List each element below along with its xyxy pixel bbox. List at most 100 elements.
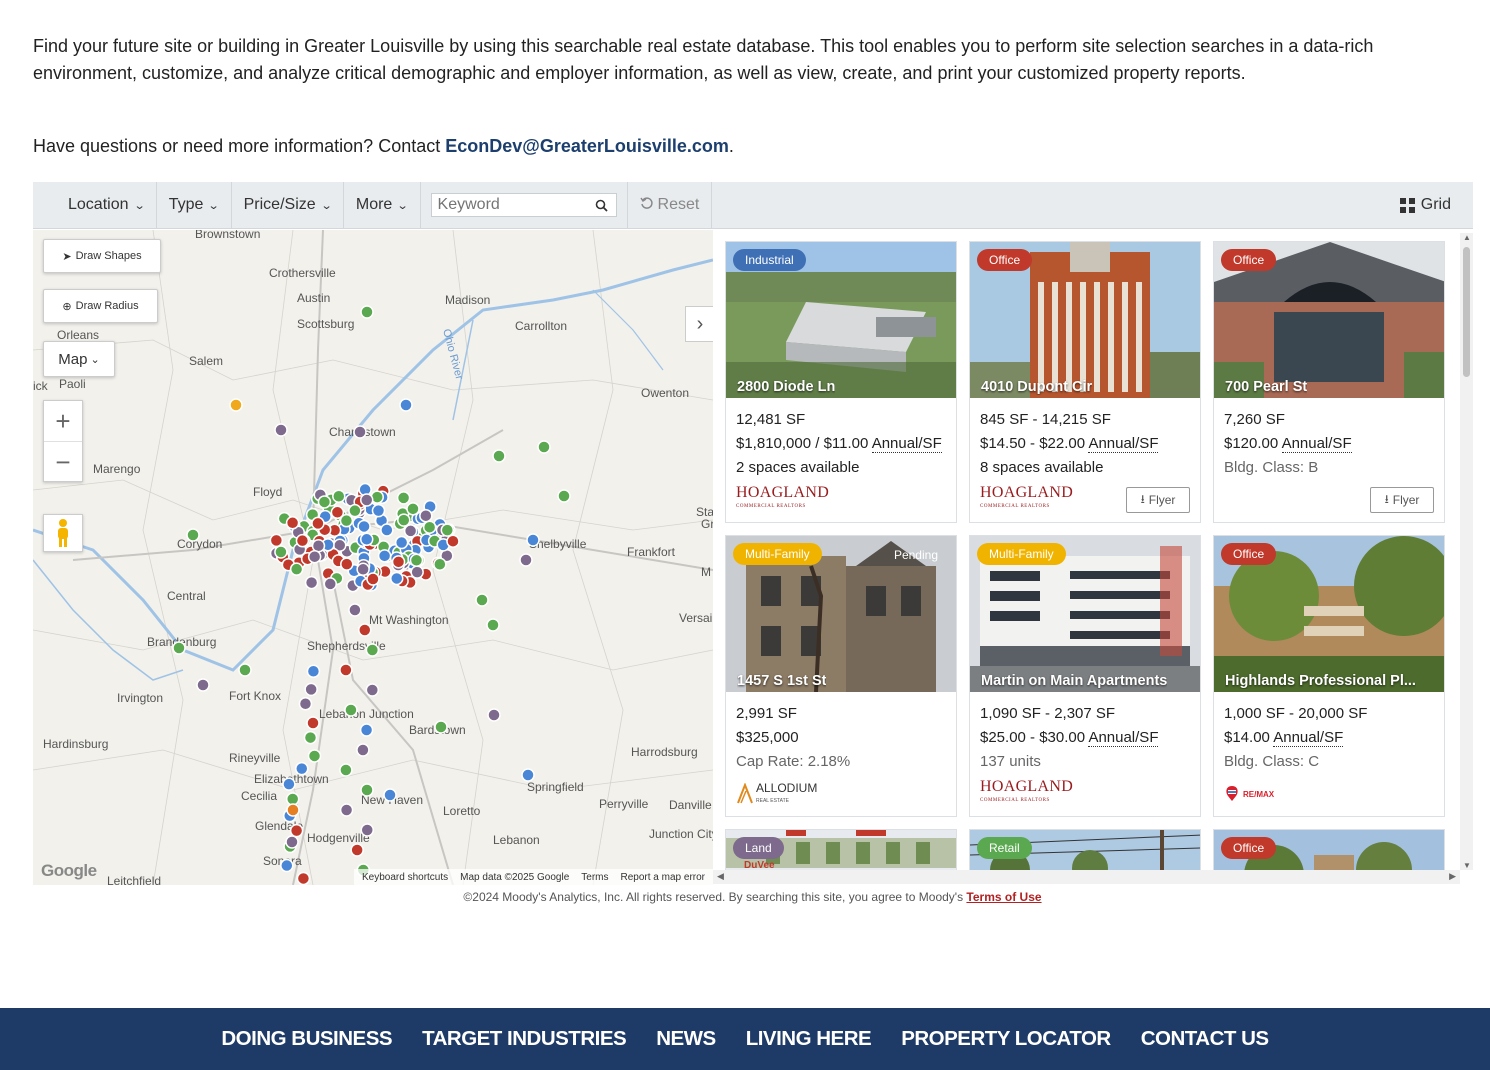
property-marker[interactable] — [526, 533, 540, 547]
property-marker[interactable] — [280, 858, 294, 873]
search-icon[interactable] — [592, 199, 612, 212]
price-size-filter[interactable]: Price/Size ⌄ — [232, 181, 344, 229]
property-marker[interactable] — [487, 708, 501, 722]
property-marker[interactable] — [296, 871, 311, 885]
footer-link-living-here[interactable]: LIVING HERE — [746, 1027, 872, 1051]
scroll-left-arrow-icon[interactable]: ◀ — [717, 871, 724, 882]
listing-photo[interactable]: Office — [1214, 830, 1444, 870]
scroll-up-arrow-icon[interactable]: ▲ — [1463, 233, 1471, 242]
listing-photo[interactable]: Office Highlands Professional Pl... — [1214, 536, 1444, 692]
keyword-input[interactable] — [431, 196, 592, 214]
map-type-select[interactable]: Map ⌄ — [43, 341, 115, 377]
keyboard-shortcuts-link[interactable]: Keyboard shortcuts — [362, 872, 448, 883]
flyer-button[interactable]: ⭳ Flyer — [1126, 487, 1190, 513]
listing-card[interactable]: Multi-Family Pending 1457 S 1st St 2,991… — [725, 535, 957, 817]
property-marker[interactable] — [285, 835, 299, 849]
property-marker[interactable] — [298, 697, 313, 711]
listing-photo[interactable]: Office 4010 Dupont Cir — [970, 242, 1200, 398]
property-marker[interactable] — [311, 516, 325, 531]
property-marker[interactable] — [285, 792, 300, 806]
map-terms-link[interactable]: Terms — [581, 872, 608, 883]
property-marker[interactable] — [358, 623, 372, 637]
property-marker[interactable] — [196, 678, 210, 692]
property-marker[interactable] — [356, 743, 370, 757]
property-marker[interactable] — [350, 843, 364, 857]
property-marker[interactable] — [371, 503, 386, 518]
property-marker[interactable] — [289, 562, 304, 576]
listing-card[interactable]: Multi-Family Martin on Main Apartments 1… — [969, 535, 1201, 817]
listing-photo[interactable]: Land DuVee — [726, 830, 956, 870]
property-marker[interactable] — [557, 489, 571, 503]
property-marker[interactable] — [353, 425, 367, 439]
property-marker[interactable] — [380, 523, 394, 537]
listing-card[interactable]: Industrial 2800 Diode Ln 12,481 SF $1,81… — [725, 241, 957, 523]
property-marker[interactable] — [537, 440, 551, 454]
property-marker[interactable] — [434, 720, 448, 734]
collapse-map-arrow-icon[interactable]: › — [685, 306, 713, 342]
property-marker[interactable] — [306, 664, 321, 679]
property-marker[interactable] — [396, 491, 411, 505]
property-marker[interactable] — [286, 803, 300, 817]
property-marker[interactable] — [360, 783, 374, 797]
property-marker[interactable] — [440, 523, 455, 537]
property-marker[interactable] — [492, 449, 506, 463]
property-marker[interactable] — [344, 703, 358, 717]
property-marker[interactable] — [475, 593, 489, 607]
draw-shapes-button[interactable]: ➤ Draw Shapes — [43, 239, 161, 273]
property-marker[interactable] — [348, 603, 362, 617]
property-marker[interactable] — [422, 520, 437, 534]
property-marker[interactable] — [409, 553, 424, 568]
property-marker[interactable] — [359, 493, 374, 507]
property-marker[interactable] — [339, 763, 353, 777]
listing-photo[interactable]: Office 700 Pearl St — [1214, 242, 1444, 398]
property-marker[interactable] — [397, 513, 411, 527]
property-marker[interactable] — [304, 682, 318, 697]
property-marker[interactable] — [365, 643, 380, 657]
property-marker[interactable] — [285, 516, 300, 530]
property-marker[interactable] — [307, 749, 322, 763]
street-view-pegman-icon[interactable] — [43, 514, 83, 552]
footer-link-news[interactable]: NEWS — [656, 1027, 716, 1051]
property-marker[interactable] — [269, 533, 284, 548]
property-marker[interactable] — [282, 777, 296, 791]
property-marker[interactable] — [366, 572, 380, 586]
property-marker[interactable] — [406, 502, 420, 516]
listing-card[interactable]: Office — [1213, 829, 1445, 870]
property-marker[interactable] — [356, 562, 370, 577]
property-marker[interactable] — [389, 571, 404, 586]
property-marker[interactable] — [365, 683, 380, 697]
property-marker[interactable] — [304, 575, 319, 590]
property-marker[interactable] — [186, 528, 200, 542]
property-marker[interactable] — [289, 823, 304, 838]
contact-email-link[interactable]: EconDev@GreaterLouisville.com — [445, 136, 729, 156]
listing-card[interactable]: Office Highlands Professional Pl... 1,00… — [1213, 535, 1445, 817]
property-marker[interactable] — [357, 519, 371, 534]
property-marker[interactable] — [399, 398, 413, 412]
property-marker[interactable] — [238, 663, 252, 677]
property-marker[interactable] — [332, 489, 346, 503]
property-marker[interactable] — [360, 305, 374, 319]
property-marker[interactable] — [330, 505, 345, 520]
reset-button[interactable]: Reset — [628, 181, 713, 229]
listing-photo[interactable]: Industrial 2800 Diode Ln — [726, 242, 956, 398]
type-filter[interactable]: Type ⌄ — [157, 181, 232, 229]
listing-card[interactable]: Office 4010 Dupont Cir 845 SF - 14,215 S… — [969, 241, 1201, 523]
property-marker[interactable] — [377, 549, 392, 563]
property-marker[interactable] — [295, 533, 310, 548]
property-marker[interactable] — [307, 549, 322, 564]
property-marker[interactable] — [306, 716, 320, 730]
more-filter[interactable]: More ⌄ — [344, 181, 421, 229]
property-marker[interactable] — [391, 555, 406, 569]
zoom-out-button[interactable]: − — [44, 442, 82, 483]
listing-photo[interactable]: Multi-Family Martin on Main Apartments — [970, 536, 1200, 692]
scroll-down-arrow-icon[interactable]: ▼ — [1463, 861, 1471, 870]
footer-link-contact-us[interactable]: CONTACT US — [1141, 1027, 1269, 1051]
listing-card[interactable]: Retail — [969, 829, 1201, 870]
property-map[interactable]: Brownstown Crothersville Austin Scottsbu… — [33, 230, 713, 885]
property-marker[interactable] — [394, 535, 409, 550]
listing-photo[interactable]: Multi-Family Pending 1457 S 1st St — [726, 536, 956, 692]
listings-horizontal-scrollbar[interactable]: ◀ ▶ — [713, 870, 1460, 884]
flyer-button[interactable]: ⭳ Flyer — [1370, 487, 1434, 513]
property-marker[interactable] — [295, 761, 309, 776]
listing-photo[interactable]: Retail — [970, 830, 1200, 870]
